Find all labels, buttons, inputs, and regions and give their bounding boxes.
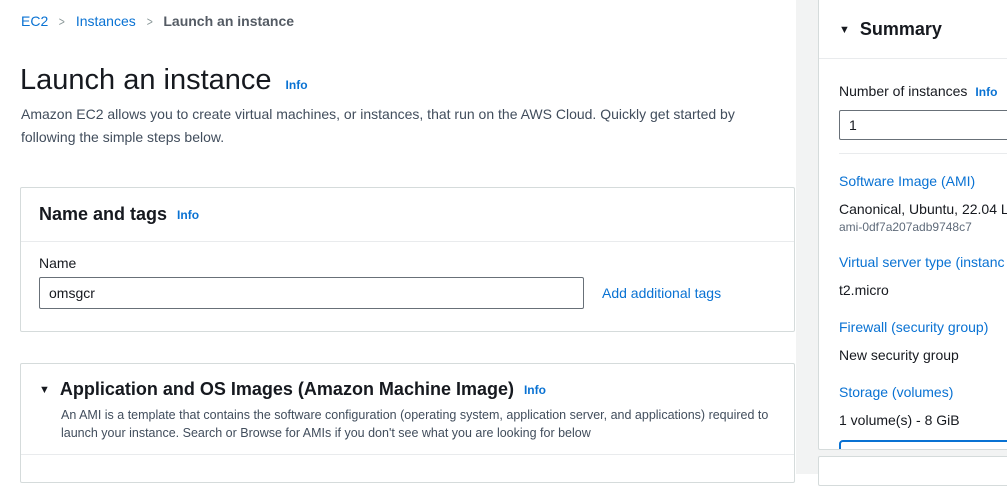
collapse-caret-icon: ▼ — [39, 384, 50, 396]
ami-description-line: An AMI is a template that contains the s… — [61, 406, 776, 424]
page-title-info-link[interactable]: Info — [286, 78, 308, 92]
instance-type-value: t2.micro — [839, 280, 1007, 300]
ami-section-title: Application and OS Images (Amazon Machin… — [60, 379, 514, 400]
ami-section-description: An AMI is a template that contains the s… — [61, 406, 776, 442]
breadcrumb: EC2 > Instances > Launch an instance — [21, 13, 294, 29]
summary-header[interactable]: ▼ Summary — [819, 0, 1007, 59]
page-description-line: following the simple steps below. — [21, 126, 735, 149]
firewall-value: New security group — [839, 345, 1007, 365]
summary-item-software-image: Software Image (AMI) Canonical, Ubuntu, … — [839, 171, 1007, 235]
chevron-right-icon: > — [147, 14, 153, 29]
name-and-tags-header: Name and tags Info — [21, 188, 794, 242]
summary-item-firewall: Firewall (security group) New security g… — [839, 317, 1007, 365]
launch-instance-button[interactable] — [839, 440, 1007, 450]
software-image-link[interactable]: Software Image (AMI) — [839, 171, 1007, 191]
name-and-tags-body: Name Add additional tags — [21, 242, 794, 309]
ami-section-info-link[interactable]: Info — [524, 383, 546, 397]
virtual-server-type-link[interactable]: Virtual server type (instanc — [839, 252, 1007, 272]
summary-body: Number of instances Info Software Image … — [819, 59, 1007, 450]
ami-section: ▼ Application and OS Images (Amazon Mach… — [20, 363, 795, 483]
number-of-instances-info-link[interactable]: Info — [975, 85, 997, 99]
name-and-tags-title: Name and tags — [39, 204, 167, 225]
below-summary-panel — [818, 456, 1007, 486]
firewall-link[interactable]: Firewall (security group) — [839, 317, 1007, 337]
ami-section-header[interactable]: ▼ Application and OS Images (Amazon Mach… — [21, 364, 794, 455]
page-description-line: Amazon EC2 allows you to create virtual … — [21, 103, 735, 126]
breadcrumb-current-page: Launch an instance — [163, 13, 294, 29]
chevron-right-icon: > — [59, 14, 65, 29]
breadcrumb-link-ec2[interactable]: EC2 — [21, 13, 48, 29]
name-and-tags-info-link[interactable]: Info — [177, 208, 199, 222]
page-title: Launch an instance — [20, 64, 272, 97]
software-image-value: Canonical, Ubuntu, 22.04 L — [839, 199, 1007, 219]
summary-item-storage: Storage (volumes) 1 volume(s) - 8 GiB — [839, 382, 1007, 430]
instance-name-input[interactable] — [39, 277, 584, 309]
name-and-tags-section: Name and tags Info Name Add additional t… — [20, 187, 795, 332]
number-of-instances-label: Number of instances — [839, 83, 967, 99]
page-description: Amazon EC2 allows you to create virtual … — [21, 103, 735, 149]
summary-panel: ▼ Summary Number of instances Info Softw… — [818, 0, 1007, 450]
name-field-label: Name — [39, 255, 776, 271]
breadcrumb-link-instances[interactable]: Instances — [76, 13, 136, 29]
ami-description-line: launch your instance. Search or Browse f… — [61, 424, 776, 442]
storage-value: 1 volume(s) - 8 GiB — [839, 410, 1007, 430]
add-additional-tags-link[interactable]: Add additional tags — [602, 285, 721, 301]
summary-title: Summary — [860, 19, 942, 40]
summary-divider — [839, 153, 1007, 154]
page-header: Launch an instance Info — [20, 64, 308, 97]
number-of-instances-input[interactable] — [839, 110, 1007, 140]
storage-volumes-link[interactable]: Storage (volumes) — [839, 382, 1007, 402]
collapse-caret-icon: ▼ — [839, 24, 850, 36]
ami-id-value: ami-0df7a207adb9748c7 — [839, 219, 1007, 235]
summary-item-instance-type: Virtual server type (instanc t2.micro — [839, 252, 1007, 300]
